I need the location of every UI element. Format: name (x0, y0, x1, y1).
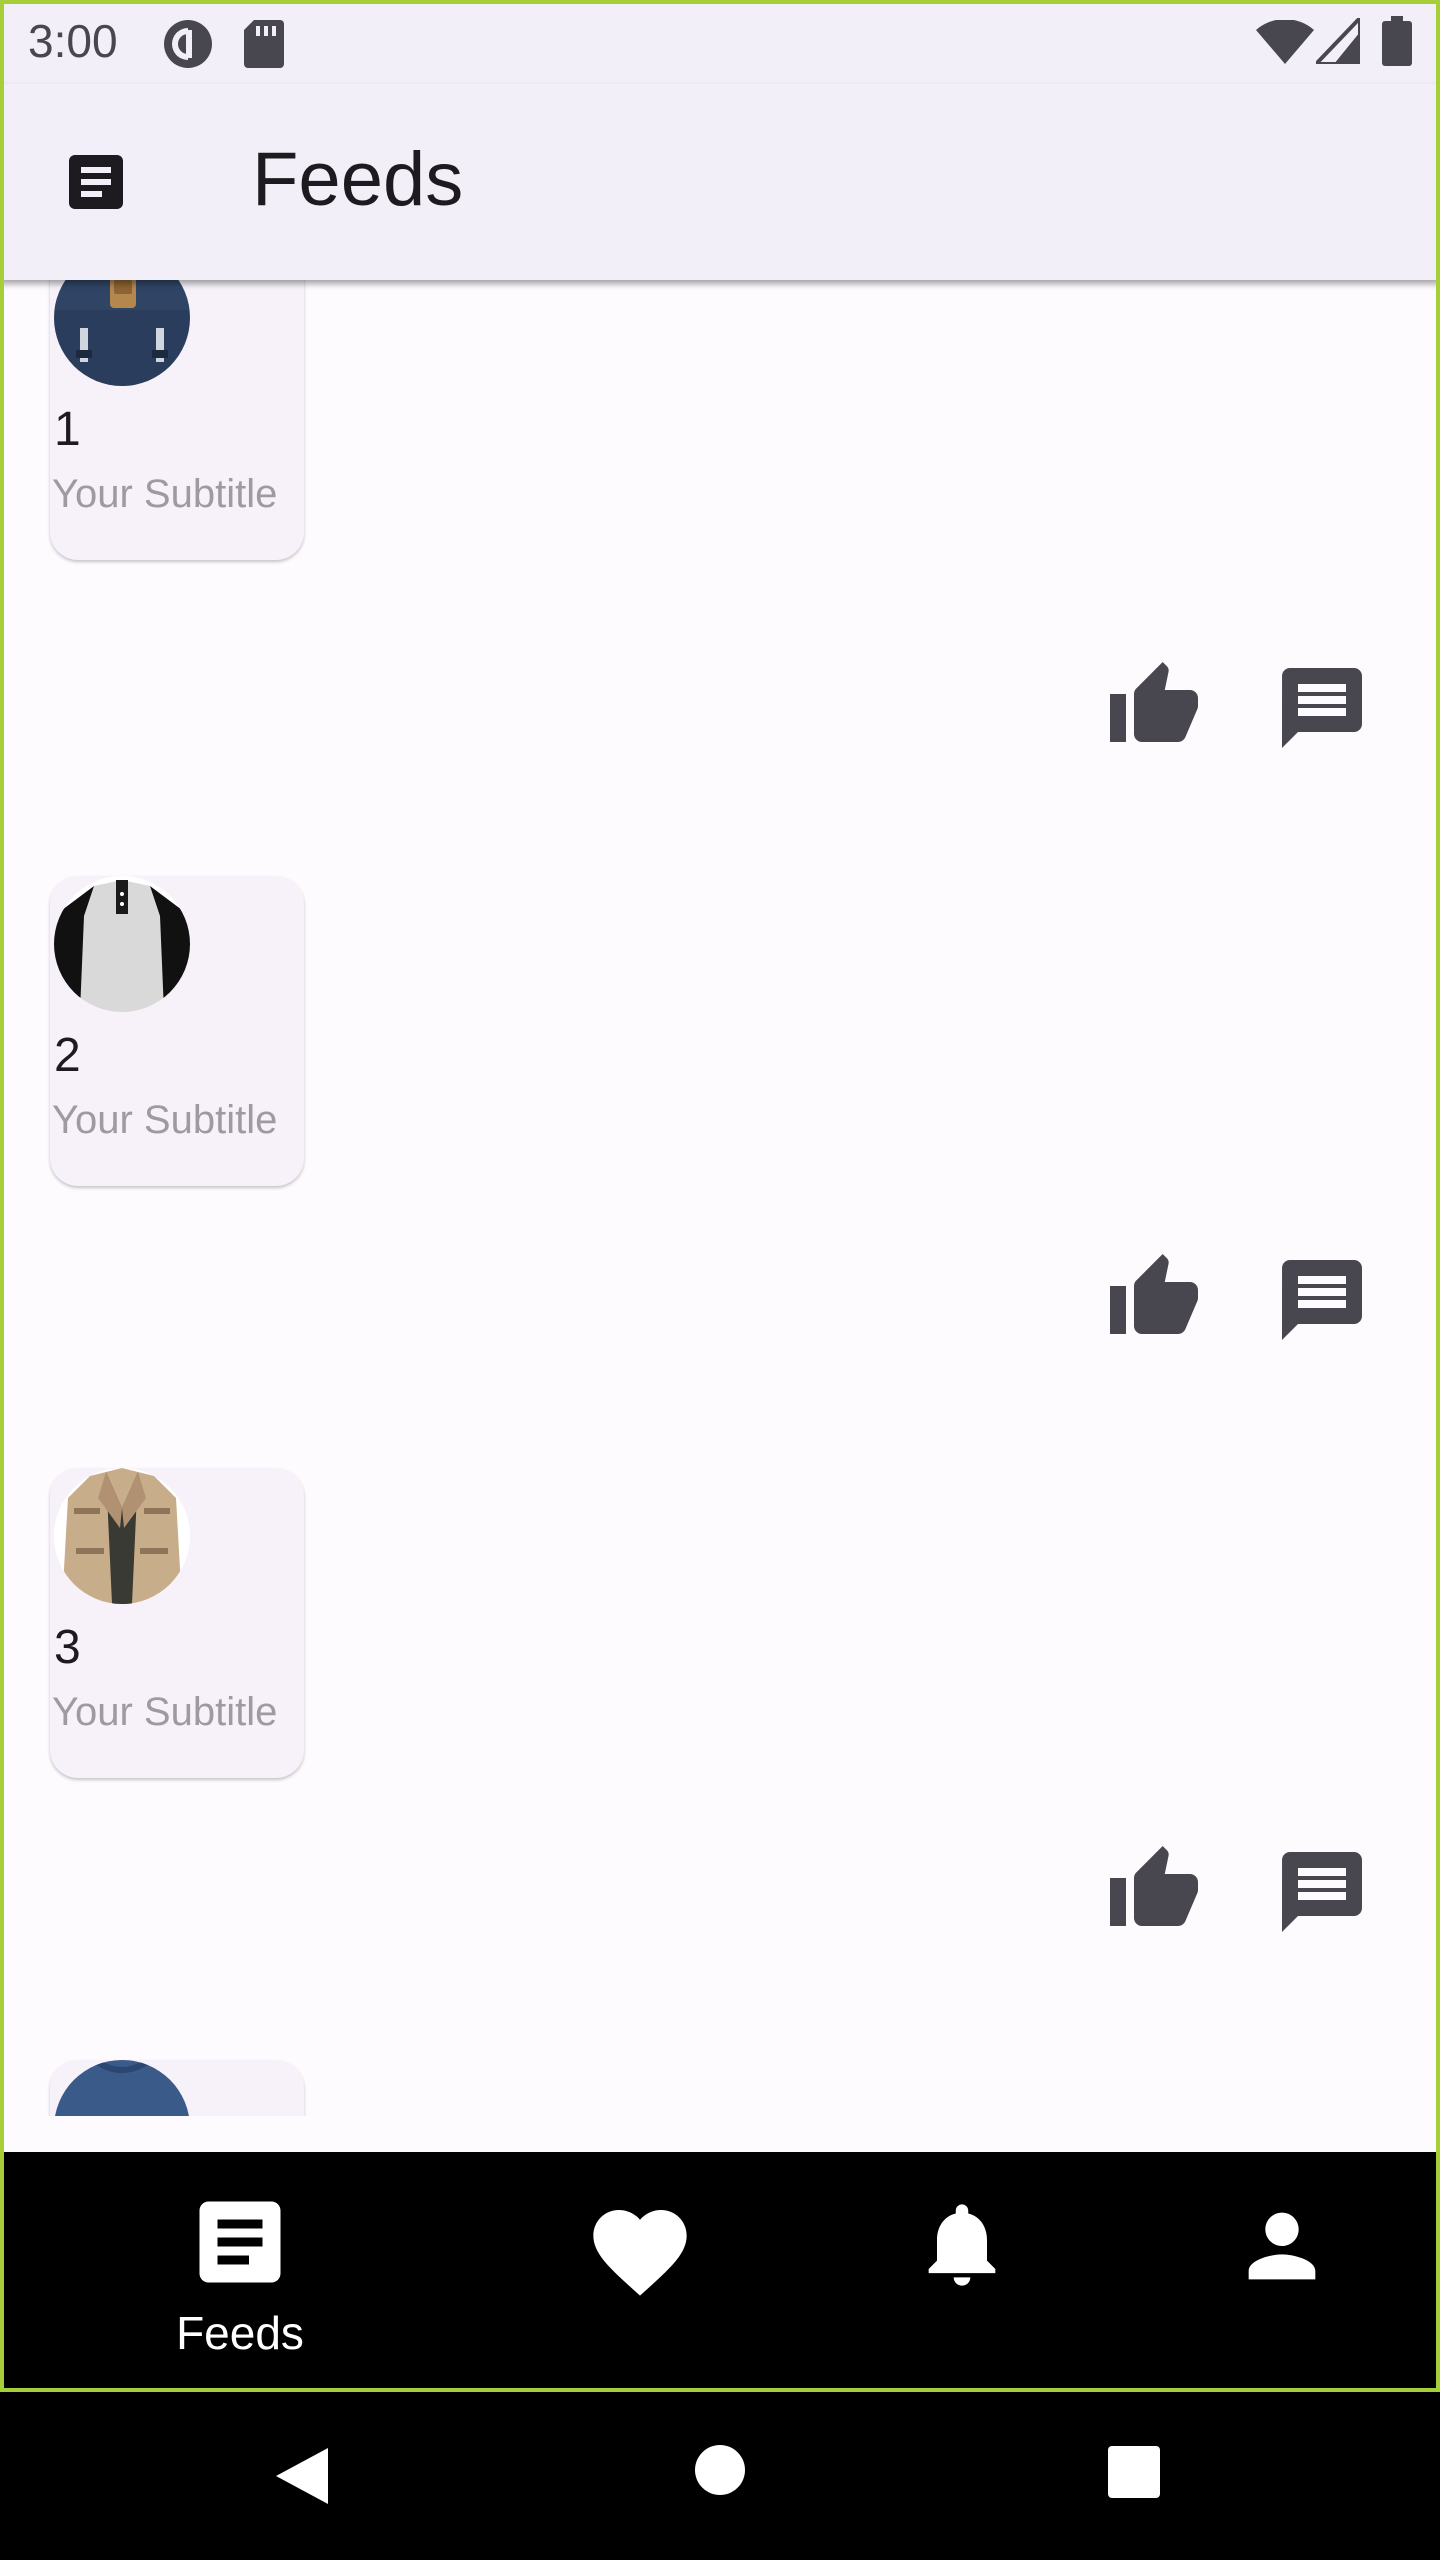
feed-list[interactable]: 1 Your Subtitle 2 Your Subtitle 3 Your S… (4, 280, 1436, 2116)
article-icon[interactable] (60, 146, 132, 218)
thumb-up-icon[interactable] (1106, 1250, 1202, 1346)
bottom-navigation: Feeds (0, 2152, 1440, 2392)
feed-card[interactable] (50, 2060, 304, 2116)
thumb-up-icon[interactable] (1106, 1842, 1202, 1938)
sd-card-icon (244, 20, 284, 68)
home-icon[interactable] (694, 2444, 746, 2496)
person-icon (1248, 2212, 1316, 2280)
back-icon[interactable] (270, 2444, 334, 2508)
comment-icon[interactable] (1274, 1844, 1370, 1940)
feed-card[interactable]: 3 Your Subtitle (50, 1468, 304, 1778)
wifi-icon (1256, 20, 1314, 64)
nav-item-profile[interactable] (1160, 2152, 1400, 2392)
comment-icon[interactable] (1274, 660, 1370, 756)
heart-icon (593, 2210, 687, 2296)
comment-icon[interactable] (1274, 1252, 1370, 1348)
card-title: 1 (54, 403, 81, 456)
product-image (54, 876, 190, 1012)
pocket-casts-icon (164, 20, 212, 68)
battery-icon (1382, 16, 1412, 66)
product-image (54, 2060, 190, 2116)
nav-item-favorites[interactable] (520, 2152, 760, 2392)
card-title: 3 (54, 1621, 81, 1674)
product-image (54, 1468, 190, 1604)
signal-icon (1316, 18, 1360, 64)
feed-card[interactable]: 2 Your Subtitle (50, 876, 304, 1186)
content-gap (4, 2116, 1436, 2152)
app-bar: Feeds (0, 84, 1440, 280)
product-image (54, 280, 190, 386)
bell-icon (928, 2204, 996, 2286)
article-icon (199, 2201, 281, 2283)
system-navigation-bar (0, 2392, 1440, 2560)
status-time: 3:00 (28, 15, 118, 67)
card-subtitle: Your Subtitle (52, 1690, 278, 1734)
card-subtitle: Your Subtitle (52, 1098, 278, 1142)
nav-item-notifications[interactable] (840, 2152, 1080, 2392)
feed-card[interactable]: 1 Your Subtitle (50, 280, 304, 560)
nav-item-feeds[interactable]: Feeds (120, 2152, 360, 2392)
nav-label-feeds: Feeds (176, 2307, 304, 2359)
status-bar: 3:00 (0, 0, 1440, 84)
page-title: Feeds (252, 137, 464, 222)
recents-icon[interactable] (1108, 2446, 1160, 2498)
thumb-up-icon[interactable] (1106, 658, 1202, 754)
card-subtitle: Your Subtitle (52, 472, 278, 516)
app-screen: 3:00 Feeds 1 Your Subtitle 2 Your Subtit… (0, 0, 1440, 2560)
card-title: 2 (54, 1029, 81, 1082)
